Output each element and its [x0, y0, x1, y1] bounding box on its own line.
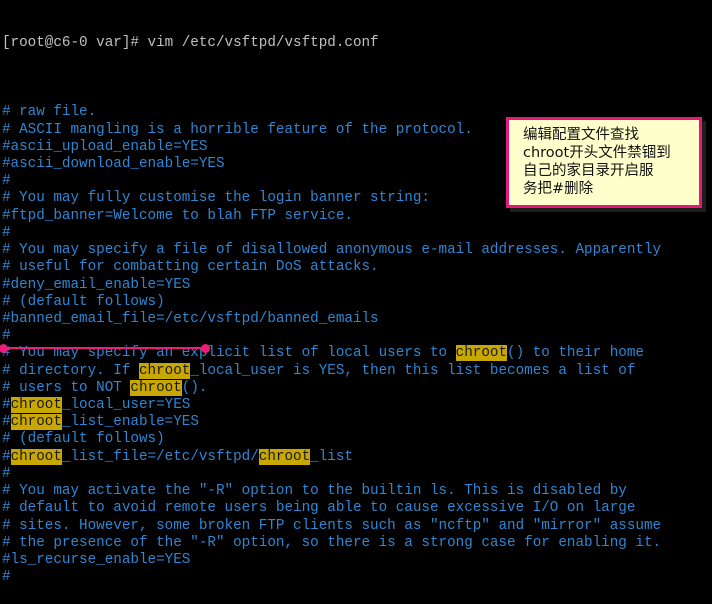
config-line: # [2, 224, 11, 241]
search-highlight: chroot [10, 397, 62, 414]
config-line: # useful for combatting certain DoS atta… [2, 259, 379, 276]
annotation-callout: 编辑配置文件查找 chroot开头文件禁锢到 自己的家目录开启服 务把#删除 [506, 117, 702, 208]
config-line: # the presence of the "-R" option, so th… [2, 534, 662, 551]
config-line: #ftpd_banner=Welcome to blah FTP service… [2, 207, 353, 224]
config-line: #ls_recurse_enable=YES [2, 552, 191, 568]
terminal-output: [root@c6-0 var]# vim /etc/vsftpd/vsftpd.… [2, 1, 661, 604]
config-line: # (default follows) [2, 431, 165, 448]
search-highlight: chroot [10, 448, 62, 465]
shell-prompt: [root@c6-0 var]# vim /etc/vsftpd/vsftpd.… [2, 35, 379, 52]
config-line: #chroot_list_enable=YES [2, 414, 199, 431]
search-highlight: chroot [258, 448, 311, 465]
config-line: # [2, 569, 11, 586]
search-highlight: chroot [130, 379, 182, 396]
strike-line-marker [3, 347, 205, 349]
config-line: #chroot_list_file=/etc/vsftpd/chroot_lis… [2, 448, 353, 465]
config-line: # (default follows) [2, 293, 165, 310]
search-highlight: chroot [138, 362, 191, 379]
config-line: #banned_email_file=/etc/vsftpd/banned_em… [2, 310, 379, 327]
annotation-line: chroot开头文件禁锢到 [523, 145, 671, 161]
config-line: # You may specify a file of disallowed a… [2, 242, 662, 259]
config-line: # directory. If chroot_local_user is YES… [2, 362, 636, 379]
annotation-line: 编辑配置文件查找 [523, 127, 639, 143]
config-line: # You may activate the "-R" option to th… [2, 483, 627, 500]
config-line: # sites. However, some broken FTP client… [2, 517, 662, 534]
config-line [2, 87, 661, 104]
marker-start-dot [0, 343, 8, 353]
config-line: # users to NOT chroot(). [2, 379, 208, 396]
marker-end-dot [201, 343, 210, 353]
annotation-line: 务把#删除 [523, 181, 594, 197]
config-line: #chroot_local_user=YES [2, 397, 191, 414]
search-highlight: chroot [10, 414, 62, 431]
config-line: #deny_email_enable=YES [2, 276, 191, 293]
annotation-line: 自己的家目录开启服 [523, 163, 654, 179]
config-line: # [2, 465, 11, 482]
config-line: # default to avoid remote users being ab… [2, 500, 636, 517]
config-line: # [2, 328, 11, 345]
search-highlight: chroot [455, 345, 508, 362]
